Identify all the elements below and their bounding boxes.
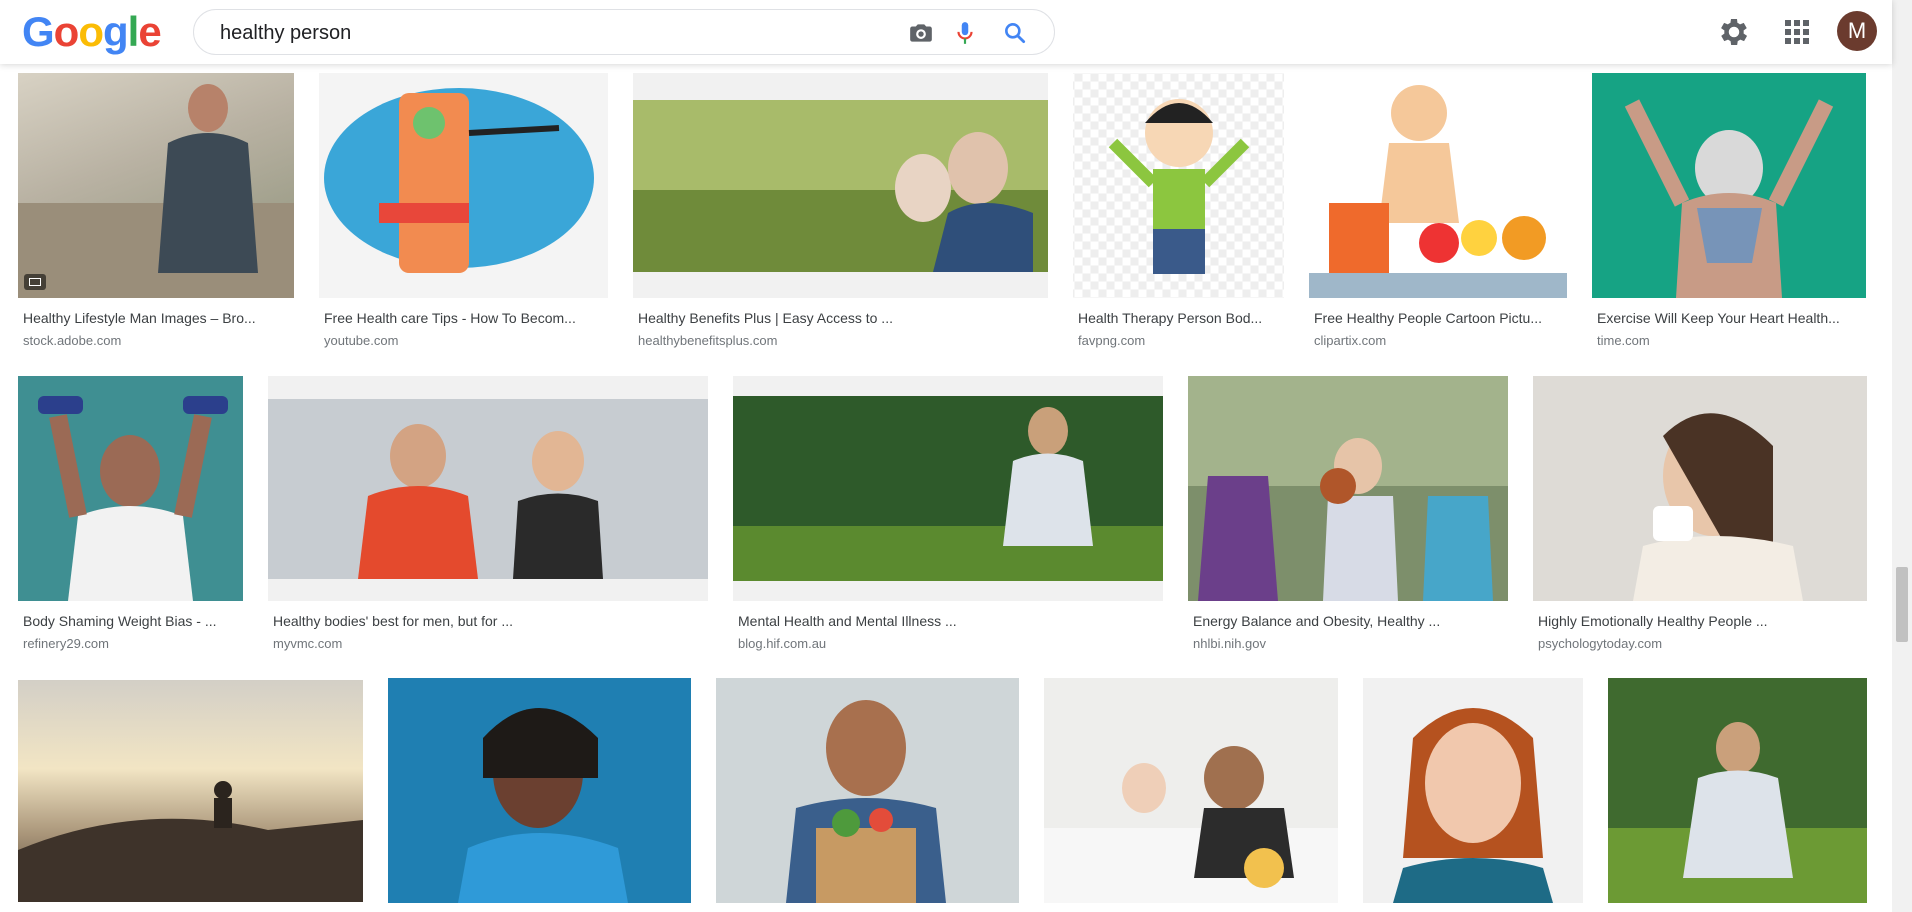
result-source[interactable]: time.com <box>1597 333 1650 349</box>
woman-dumbbells-image <box>38 396 228 601</box>
account-avatar[interactable]: M <box>1837 11 1877 51</box>
result-thumbnail[interactable] <box>1363 678 1583 903</box>
meditation-closeup-image <box>1608 722 1867 903</box>
result-thumbnail[interactable] <box>1608 678 1867 903</box>
result-source[interactable]: stock.adobe.com <box>23 333 121 349</box>
result-source[interactable]: clipartix.com <box>1314 333 1386 349</box>
image-result[interactable]: Energy Balance and Obesity, Healthy ... … <box>1188 376 1508 656</box>
result-title[interactable]: Healthy Lifestyle Man Images – Bro... <box>23 309 291 327</box>
man-groceries-image <box>786 700 946 903</box>
result-title[interactable]: Mental Health and Mental Illness ... <box>738 612 1158 630</box>
result-thumbnail[interactable] <box>18 680 363 902</box>
result-title[interactable]: Exercise Will Keep Your Heart Health... <box>1597 309 1865 327</box>
result-title[interactable]: Free Healthy People Cartoon Pictu... <box>1314 309 1564 327</box>
search-box <box>193 9 1055 55</box>
result-source[interactable]: myvmc.com <box>273 636 342 652</box>
result-title[interactable]: Healthy Benefits Plus | Easy Access to .… <box>638 309 1043 327</box>
result-thumbnail[interactable] <box>733 376 1163 601</box>
image-result[interactable]: Health Therapy Person Bod... favpng.com <box>1073 73 1285 353</box>
woman-flexing-image <box>1624 99 1834 298</box>
gear-icon[interactable] <box>1716 14 1752 50</box>
result-title[interactable]: Free Health care Tips - How To Becom... <box>324 309 604 327</box>
page-scrollbar[interactable] <box>1892 0 1912 912</box>
sunset-hikers-image <box>18 781 363 902</box>
family-basketball-image <box>1188 376 1508 601</box>
top-bar: Google M <box>0 0 1892 64</box>
result-source[interactable]: refinery29.com <box>23 636 109 652</box>
man-jogging-image <box>18 84 294 298</box>
logo-letter: G <box>22 8 55 55</box>
logo-letter: o <box>53 8 80 55</box>
camera-icon[interactable] <box>908 20 934 46</box>
image-result[interactable]: Healthy bodies' best for men, but for ..… <box>268 376 709 656</box>
apps-grid-icon[interactable] <box>1779 14 1815 50</box>
scrollbar-thumb[interactable] <box>1896 567 1908 642</box>
smiling-redhead-image <box>1393 708 1553 903</box>
result-source[interactable]: healthybenefitsplus.com <box>638 333 777 349</box>
health-cartoon-image <box>324 88 594 273</box>
laughing-woman-image <box>458 708 628 903</box>
result-title[interactable]: Body Shaming Weight Bias - ... <box>23 612 241 630</box>
woman-drinking-tea-image <box>1633 413 1803 601</box>
image-result[interactable]: Healthy Lifestyle Man Images – Bro... st… <box>18 73 294 353</box>
elderly-couple-image <box>633 100 1048 272</box>
result-title[interactable]: Energy Balance and Obesity, Healthy ... <box>1193 612 1503 630</box>
search-input[interactable] <box>218 18 862 48</box>
google-logo[interactable]: Google <box>22 8 162 55</box>
logo-letter: o <box>78 8 104 55</box>
meditation-image <box>733 396 1163 581</box>
search-icon[interactable] <box>1002 20 1028 46</box>
image-result[interactable]: Mental Health and Mental Illness ... blo… <box>733 376 1163 656</box>
result-thumbnail[interactable] <box>1309 73 1567 298</box>
result-source[interactable]: psychologytoday.com <box>1538 636 1662 652</box>
result-thumbnail[interactable] <box>1044 678 1338 903</box>
image-result[interactable]: Highly Emotionally Healthy People ... ps… <box>1533 376 1867 656</box>
result-thumbnail[interactable] <box>18 73 294 298</box>
result-thumbnail[interactable] <box>1592 73 1866 298</box>
result-thumbnail[interactable] <box>1073 73 1284 298</box>
result-source[interactable]: favpng.com <box>1078 333 1145 349</box>
logo-letter: l <box>127 8 140 55</box>
father-baby-image <box>1044 746 1338 903</box>
result-thumbnail[interactable] <box>1188 376 1508 601</box>
result-title[interactable]: Healthy bodies' best for men, but for ..… <box>273 612 703 630</box>
image-type-badge <box>24 274 46 290</box>
result-source[interactable]: nhlbi.nih.gov <box>1193 636 1266 652</box>
result-thumbnail[interactable] <box>388 678 691 903</box>
result-thumbnail[interactable] <box>319 73 608 298</box>
image-result[interactable]: Body Shaming Weight Bias - ... refinery2… <box>18 376 243 656</box>
cartoon-boy-image <box>1108 99 1250 274</box>
result-title[interactable]: Highly Emotionally Healthy People ... <box>1538 612 1863 630</box>
logo-letter: e <box>138 8 161 55</box>
result-thumbnail[interactable] <box>18 376 243 601</box>
logo-letter: g <box>102 8 129 55</box>
result-thumbnail[interactable] <box>268 376 708 601</box>
gym-couple-image <box>268 399 708 579</box>
result-thumbnail[interactable] <box>633 73 1048 298</box>
result-source[interactable]: youtube.com <box>324 333 398 349</box>
image-result[interactable]: Exercise Will Keep Your Heart Health... … <box>1592 73 1867 353</box>
result-thumbnail[interactable] <box>716 678 1019 903</box>
image-result[interactable]: Healthy Benefits Plus | Easy Access to .… <box>633 73 1048 353</box>
fruits-cartoon-image <box>1309 85 1567 298</box>
result-thumbnail[interactable] <box>1533 376 1867 601</box>
result-title[interactable]: Health Therapy Person Bod... <box>1078 309 1283 327</box>
result-source[interactable]: blog.hif.com.au <box>738 636 826 652</box>
image-result[interactable]: Free Healthy People Cartoon Pictu... cli… <box>1309 73 1567 353</box>
microphone-icon[interactable] <box>952 20 978 46</box>
image-result[interactable]: Free Health care Tips - How To Becom... … <box>319 73 609 353</box>
